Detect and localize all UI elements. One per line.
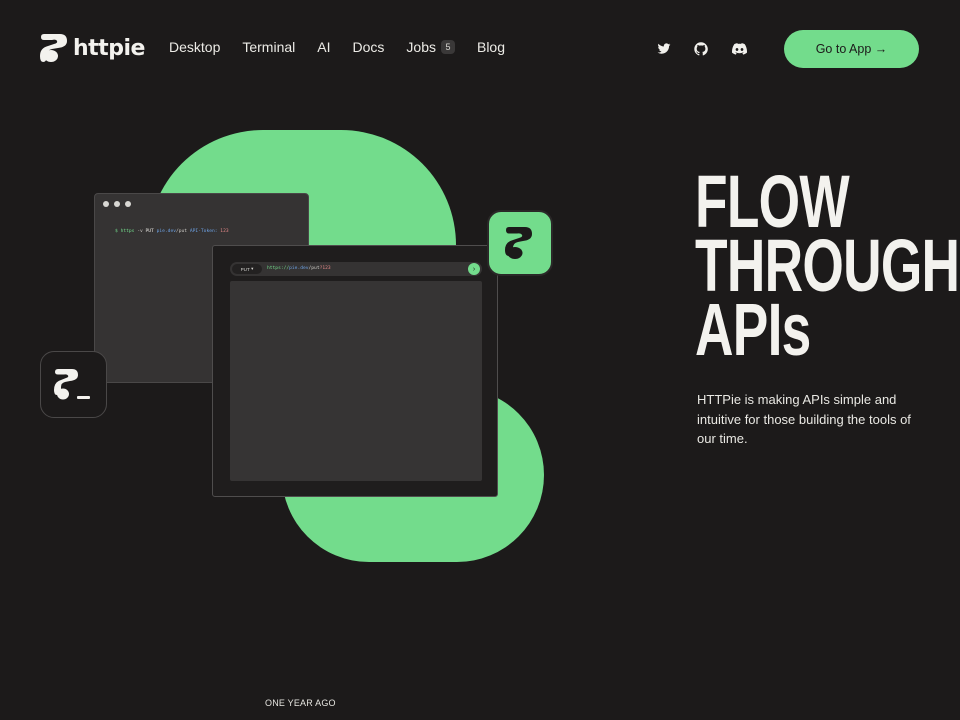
- cmd-key: API-Token:: [189, 229, 218, 234]
- cmd-value: 123: [220, 229, 229, 234]
- main-nav: Desktop Terminal AI Docs Jobs 5 Blog: [169, 39, 505, 55]
- url-host: pie.dev: [289, 266, 309, 271]
- cmd-host: pie.dev: [156, 229, 176, 234]
- window-dot-icon: [114, 201, 120, 207]
- method-select: PUT ▾: [232, 264, 262, 274]
- go-to-app-button[interactable]: Go to App →: [784, 30, 919, 68]
- logo[interactable]: httpie: [40, 33, 145, 63]
- headline-line-3: APIs: [695, 288, 811, 371]
- response-pane: [230, 281, 482, 481]
- nav-item-blog[interactable]: Blog: [477, 39, 505, 55]
- request-url-bar: PUT ▾ https://pie.dev/put?123 ›: [230, 262, 482, 276]
- discord-icon[interactable]: [730, 40, 748, 58]
- cmd-program: https: [120, 229, 135, 234]
- cmd-prompt: $: [115, 229, 118, 234]
- window-controls: [103, 201, 131, 207]
- send-icon: ›: [468, 263, 480, 275]
- jobs-count-badge: 5: [440, 40, 455, 54]
- nav-item-ai[interactable]: AI: [317, 39, 330, 55]
- nav-item-terminal[interactable]: Terminal: [242, 39, 295, 55]
- terminal-app-icon: [40, 351, 107, 418]
- method-label: PUT: [240, 266, 250, 272]
- timestamp-label: ONE YEAR AGO: [265, 698, 336, 708]
- hero-headline: FLOW THROUGH APIs: [695, 165, 960, 371]
- logo-text: httpie: [73, 35, 145, 61]
- cmd-path: /put: [175, 229, 188, 234]
- terminal-command: $ https -v PUT pie.dev/put API-Token: 12…: [115, 229, 229, 234]
- nav-item-jobs[interactable]: Jobs 5: [406, 39, 455, 55]
- desktop-app-window: PUT ▾ https://pie.dev/put?123 ›: [212, 245, 498, 497]
- cmd-method: PUT: [145, 229, 154, 234]
- url-path: /put: [308, 266, 320, 271]
- github-icon[interactable]: [692, 40, 710, 58]
- request-url: https://pie.dev/put?123: [267, 266, 331, 271]
- nav-item-docs[interactable]: Docs: [353, 39, 385, 55]
- url-scheme: https://: [267, 266, 290, 271]
- hero-subtext: HTTPie is making APIs simple and intuiti…: [697, 392, 911, 446]
- window-dot-icon: [103, 201, 109, 207]
- httpie-logo-icon: [40, 34, 67, 62]
- window-dot-icon: [125, 201, 131, 207]
- nav-item-desktop[interactable]: Desktop: [169, 39, 220, 55]
- url-query: ?123: [319, 266, 331, 271]
- page: httpie Desktop Terminal AI Docs Jobs 5 B…: [0, 0, 960, 720]
- cmd-flag: -v: [137, 229, 143, 234]
- desktop-app-icon: [487, 210, 553, 276]
- nav-item-jobs-label: Jobs: [406, 39, 436, 55]
- twitter-icon[interactable]: [655, 40, 673, 58]
